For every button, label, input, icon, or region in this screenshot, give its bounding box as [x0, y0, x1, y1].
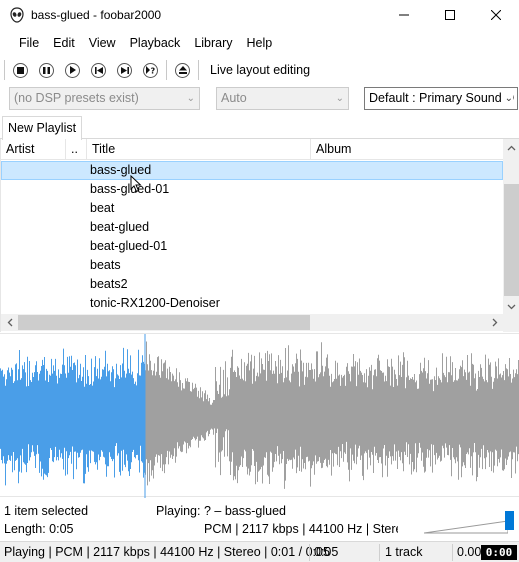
toolbar-separator — [198, 60, 199, 80]
status-divider — [309, 544, 310, 561]
menu-library[interactable]: Library — [187, 31, 239, 55]
output-format-value: Auto — [221, 91, 247, 105]
output-format-dropdown[interactable]: Auto ⌄ — [216, 87, 349, 110]
chevron-left-icon[interactable] — [1, 314, 18, 331]
playing-track: ? – bass-glued — [204, 504, 287, 518]
eject-icon — [175, 62, 190, 78]
playlist-horizontal-scrollbar[interactable] — [1, 314, 503, 331]
selection-info: 1 item selected — [4, 504, 89, 518]
waveform-graph — [0, 334, 519, 498]
playlist-tabs: New Playlist — [0, 115, 519, 140]
previous-button[interactable] — [88, 60, 109, 81]
foobar-alien-icon — [9, 7, 25, 23]
play-icon — [65, 62, 80, 78]
chevron-right-icon[interactable] — [486, 314, 503, 331]
chevron-down-icon: ⌄ — [502, 88, 513, 109]
playback-toolbar: ? Live layout editing — [0, 58, 519, 82]
window-title: bass-glued - foobar2000 — [31, 8, 162, 22]
scrollbar-thumb[interactable] — [504, 184, 519, 296]
status-length: 0:05 — [314, 545, 339, 559]
menu-view[interactable]: View — [82, 31, 123, 55]
selection-length: Length: 0:05 — [4, 522, 74, 536]
random-button[interactable]: ? — [140, 60, 161, 81]
track-title: beats — [90, 258, 121, 272]
chevron-up-icon[interactable] — [503, 139, 519, 156]
waveform-seekbar[interactable] — [0, 333, 519, 498]
track-title: tonic-RX1200-Denoiser — [90, 296, 220, 310]
play-button[interactable] — [62, 60, 83, 81]
waveform-remaining — [145, 341, 519, 489]
toolbar-separator — [4, 60, 5, 80]
dsp-toolbar: (no DSP presets exist) ⌄ Auto ⌄ Default … — [0, 85, 519, 113]
output-device-dropdown[interactable]: Default : Primary Sound D ⌄ — [364, 87, 518, 110]
volume-slider-thumb[interactable] — [505, 511, 514, 530]
track-title: beat-glued-01 — [90, 239, 168, 253]
tab-new-playlist[interactable]: New Playlist — [2, 116, 83, 140]
column-track-number[interactable]: .. — [66, 139, 87, 160]
menu-edit[interactable]: Edit — [46, 31, 82, 55]
status-track-count: 1 track — [385, 545, 423, 559]
playlist-row[interactable]: beats — [1, 256, 503, 275]
pause-button[interactable] — [36, 60, 57, 81]
time-display: 0:00 — [481, 545, 517, 560]
output-device-value: Default : Primary Sound D — [369, 91, 515, 105]
scrollbar-corner — [503, 315, 519, 332]
status-volume: 0.00 — [457, 545, 482, 559]
pause-icon — [39, 62, 54, 78]
eject-button[interactable] — [172, 60, 193, 81]
title-bar: bass-glued - foobar2000 — [0, 0, 519, 30]
menu-help[interactable]: Help — [240, 31, 280, 55]
minimize-button[interactable] — [381, 0, 427, 30]
mouse-cursor-icon — [130, 175, 142, 193]
next-icon — [117, 62, 132, 78]
playing-format: PCM | 2117 kbps | 44100 Hz | Stereo | 0 — [204, 522, 398, 536]
svg-text:?: ? — [151, 67, 156, 75]
playlist-header: Artist .. Title Album — [1, 139, 503, 160]
menu-bar: File Edit View Playback Library Help — [0, 31, 519, 55]
status-divider — [452, 544, 453, 561]
track-title: beat-glued — [90, 220, 150, 234]
close-button[interactable] — [473, 0, 519, 30]
menu-playback[interactable]: Playback — [123, 31, 188, 55]
status-divider — [379, 544, 380, 561]
chevron-down-icon: ⌄ — [186, 93, 195, 104]
chevron-down-icon: ⌄ — [335, 93, 344, 104]
toolbar-separator — [166, 60, 167, 80]
track-title: beats2 — [90, 277, 128, 291]
chevron-down-icon[interactable] — [503, 298, 519, 315]
playlist-row[interactable]: beat-glued-01 — [1, 237, 503, 256]
maximize-button[interactable] — [427, 0, 473, 30]
playlist-vertical-scrollbar[interactable] — [503, 139, 519, 315]
stop-icon — [13, 62, 28, 78]
dsp-presets-dropdown[interactable]: (no DSP presets exist) ⌄ — [9, 87, 200, 110]
playlist-row[interactable]: tonic-RX1200-Denoiser — [1, 294, 503, 313]
playlist-row[interactable]: bass-glued-01 — [1, 180, 503, 199]
playlist-rows: bass-glued bass-glued-01 beat beat-glued… — [1, 161, 503, 313]
playlist-row[interactable]: beat-glued — [1, 218, 503, 237]
playing-label: Playing: — [156, 504, 201, 518]
playlist-row[interactable]: bass-glued — [1, 161, 503, 180]
scrollbar-thumb[interactable] — [18, 315, 310, 330]
dsp-presets-value: (no DSP presets exist) — [14, 91, 139, 105]
column-album[interactable]: Album — [311, 139, 503, 160]
waveform-played — [0, 347, 145, 486]
next-button[interactable] — [114, 60, 135, 81]
playlist-row[interactable]: beat — [1, 199, 503, 218]
menu-file[interactable]: File — [12, 31, 46, 55]
track-title: beat — [90, 201, 115, 215]
playlist-view: Artist .. Title Album bass-glued bass-gl… — [0, 139, 519, 332]
playlist-row[interactable]: beats2 — [1, 275, 503, 294]
volume-slider[interactable] — [424, 520, 508, 534]
status-playing-info: Playing | PCM | 2117 kbps | 44100 Hz | S… — [4, 545, 330, 559]
status-bar: Playing | PCM | 2117 kbps | 44100 Hz | S… — [0, 541, 519, 562]
previous-icon — [91, 62, 106, 78]
random-icon: ? — [143, 62, 158, 78]
column-title[interactable]: Title — [87, 139, 311, 160]
live-layout-editing-button[interactable]: Live layout editing — [210, 63, 310, 77]
stop-button[interactable] — [10, 60, 31, 81]
column-artist[interactable]: Artist — [1, 139, 66, 160]
